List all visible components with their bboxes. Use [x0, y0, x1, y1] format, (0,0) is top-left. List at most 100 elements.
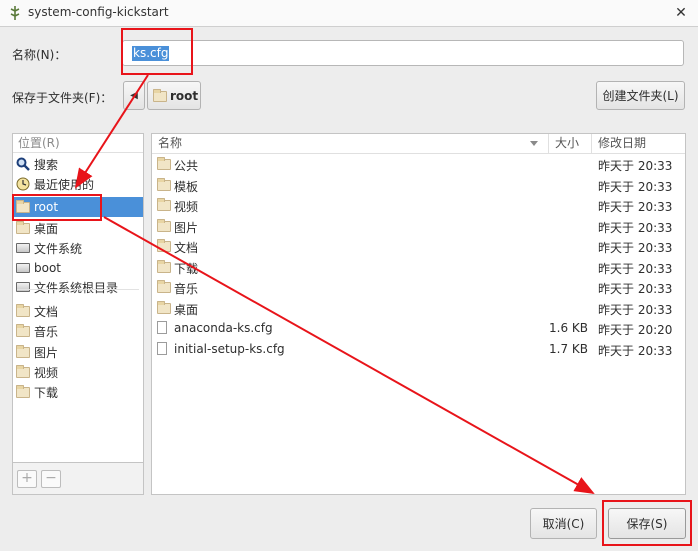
window-title: system-config-kickstart — [28, 5, 169, 19]
table-row[interactable]: 下载 昨天于 20:33 — [152, 257, 685, 277]
drive-icon — [16, 243, 30, 253]
table-row[interactable]: anaconda-ks.cfg 1.6 KB 昨天于 20:20 — [152, 318, 685, 338]
column-header-modified[interactable]: 修改日期 — [592, 134, 685, 153]
path-root-label: root — [170, 88, 199, 103]
places-sidebar: 位置(R) 搜索 最近使用的 root 桌面 文件系统 boot 文件系统根目录… — [12, 133, 144, 463]
file-modified: 昨天于 20:33 — [598, 282, 673, 296]
folder-icon — [16, 323, 30, 337]
file-name: anaconda-ks.cfg — [174, 321, 273, 335]
clock-icon — [16, 177, 30, 191]
file-modified: 昨天于 20:33 — [598, 261, 673, 276]
folder-icon — [16, 220, 30, 234]
sidebar-item-label: 文件系统根目录 — [34, 280, 119, 295]
file-name: 公共 — [174, 159, 199, 173]
places-separator — [17, 289, 139, 290]
folder-icon — [157, 259, 171, 273]
sidebar-item-pictures[interactable]: 图片 — [13, 342, 143, 362]
file-modified: 昨天于 20:33 — [598, 200, 673, 214]
folder-icon — [16, 303, 30, 317]
file-modified: 昨天于 20:33 — [598, 220, 673, 235]
drive-icon — [16, 282, 30, 292]
folder-icon — [16, 384, 30, 398]
sidebar-item-filesystem[interactable]: 文件系统 — [13, 238, 143, 258]
save-in-label: 保存于文件夹(F)： — [12, 91, 113, 105]
file-size: 1.6 KB — [549, 321, 588, 335]
home-folder-icon — [153, 89, 167, 102]
folder-icon — [157, 280, 171, 293]
sidebar-item-label: 文件系统 — [34, 241, 83, 256]
table-row[interactable]: 文档 昨天于 20:33 — [152, 236, 685, 256]
sidebar-item-root[interactable]: root — [13, 197, 143, 217]
sort-descending-icon — [530, 141, 538, 146]
column-name-label: 名称 — [158, 136, 183, 150]
sidebar-item-label: 最近使用的 — [34, 177, 95, 192]
folder-icon — [157, 177, 171, 191]
sidebar-item-fs-root[interactable]: 文件系统根目录 — [13, 277, 143, 297]
table-row[interactable]: 视频 昨天于 20:33 — [152, 195, 685, 215]
title-bar: system-config-kickstart ✕ — [0, 0, 698, 27]
table-row[interactable]: 音乐 昨天于 20:33 — [152, 277, 685, 297]
save-button[interactable]: 保存(S) — [608, 508, 686, 539]
sidebar-item-label: 下载 — [34, 385, 59, 400]
file-modified: 昨天于 20:33 — [598, 302, 673, 317]
sidebar-item-label: 搜索 — [34, 157, 59, 172]
path-back-button[interactable]: ◀ — [123, 81, 145, 110]
sidebar-item-label: 文档 — [34, 304, 59, 319]
chevron-left-icon: ◀ — [130, 90, 138, 101]
sidebar-item-documents[interactable]: 文档 — [13, 301, 143, 321]
folder-icon — [16, 344, 30, 358]
folder-icon — [157, 239, 171, 252]
create-folder-button[interactable]: 创建文件夹(L) — [596, 81, 685, 110]
app-icon — [10, 6, 20, 20]
cancel-button[interactable]: 取消(C) — [530, 508, 597, 539]
column-header-name[interactable]: 名称 — [152, 134, 549, 153]
table-row[interactable]: 图片 昨天于 20:33 — [152, 216, 685, 236]
file-modified: 昨天于 20:20 — [598, 323, 673, 337]
sidebar-item-music[interactable]: 音乐 — [13, 321, 143, 341]
sidebar-item-downloads[interactable]: 下载 — [13, 382, 143, 402]
file-name: 视频 — [174, 200, 199, 214]
search-icon — [16, 157, 30, 171]
sidebar-item-label: 桌面 — [34, 221, 59, 236]
file-modified: 昨天于 20:33 — [598, 241, 673, 255]
close-icon[interactable]: ✕ — [671, 3, 691, 23]
home-folder-icon — [16, 199, 30, 213]
sidebar-item-label: 视频 — [34, 365, 59, 380]
places-footer: + − — [12, 463, 144, 495]
file-name: 模板 — [174, 179, 199, 194]
file-name: initial-setup-ks.cfg — [174, 341, 285, 356]
path-root-button[interactable]: root — [147, 81, 201, 110]
filename-value: ks.cfg — [132, 46, 170, 61]
remove-place-button[interactable]: − — [41, 470, 61, 488]
file-size: 1.7 KB — [549, 341, 588, 356]
folder-icon — [157, 300, 171, 314]
sidebar-item-search[interactable]: 搜索 — [13, 154, 143, 174]
sidebar-item-label: boot — [34, 261, 62, 275]
sidebar-item-desktop[interactable]: 桌面 — [13, 218, 143, 238]
file-modified: 昨天于 20:33 — [598, 159, 673, 173]
file-name: 下载 — [174, 261, 199, 276]
sidebar-item-recent[interactable]: 最近使用的 — [13, 174, 143, 194]
table-row[interactable]: 桌面 昨天于 20:33 — [152, 298, 685, 318]
sidebar-item-label: 音乐 — [34, 324, 59, 339]
file-modified: 昨天于 20:33 — [598, 179, 673, 194]
file-name: 桌面 — [174, 302, 199, 317]
sidebar-item-boot[interactable]: boot — [13, 258, 143, 278]
column-header-size[interactable]: 大小 — [549, 134, 592, 153]
document-icon — [157, 321, 167, 334]
table-row[interactable]: 公共 昨天于 20:33 — [152, 154, 685, 174]
file-list: 名称 大小 修改日期 公共 昨天于 20:33 模板 昨天于 20:33 视频 昨天于 2… — [151, 133, 686, 495]
folder-icon — [157, 157, 171, 170]
folder-icon — [16, 364, 30, 378]
add-place-button[interactable]: + — [17, 470, 37, 488]
document-icon — [157, 341, 167, 355]
file-list-header: 名称 大小 修改日期 — [152, 134, 685, 154]
table-row[interactable]: 模板 昨天于 20:33 — [152, 175, 685, 195]
table-row[interactable]: initial-setup-ks.cfg 1.7 KB 昨天于 20:33 — [152, 339, 685, 359]
file-name: 音乐 — [174, 282, 199, 296]
file-name: 图片 — [174, 220, 199, 235]
name-label: 名称(N)： — [12, 48, 67, 62]
places-header: 位置(R) — [13, 134, 143, 153]
filename-input[interactable]: ks.cfg — [122, 40, 684, 66]
sidebar-item-videos[interactable]: 视频 — [13, 362, 143, 382]
